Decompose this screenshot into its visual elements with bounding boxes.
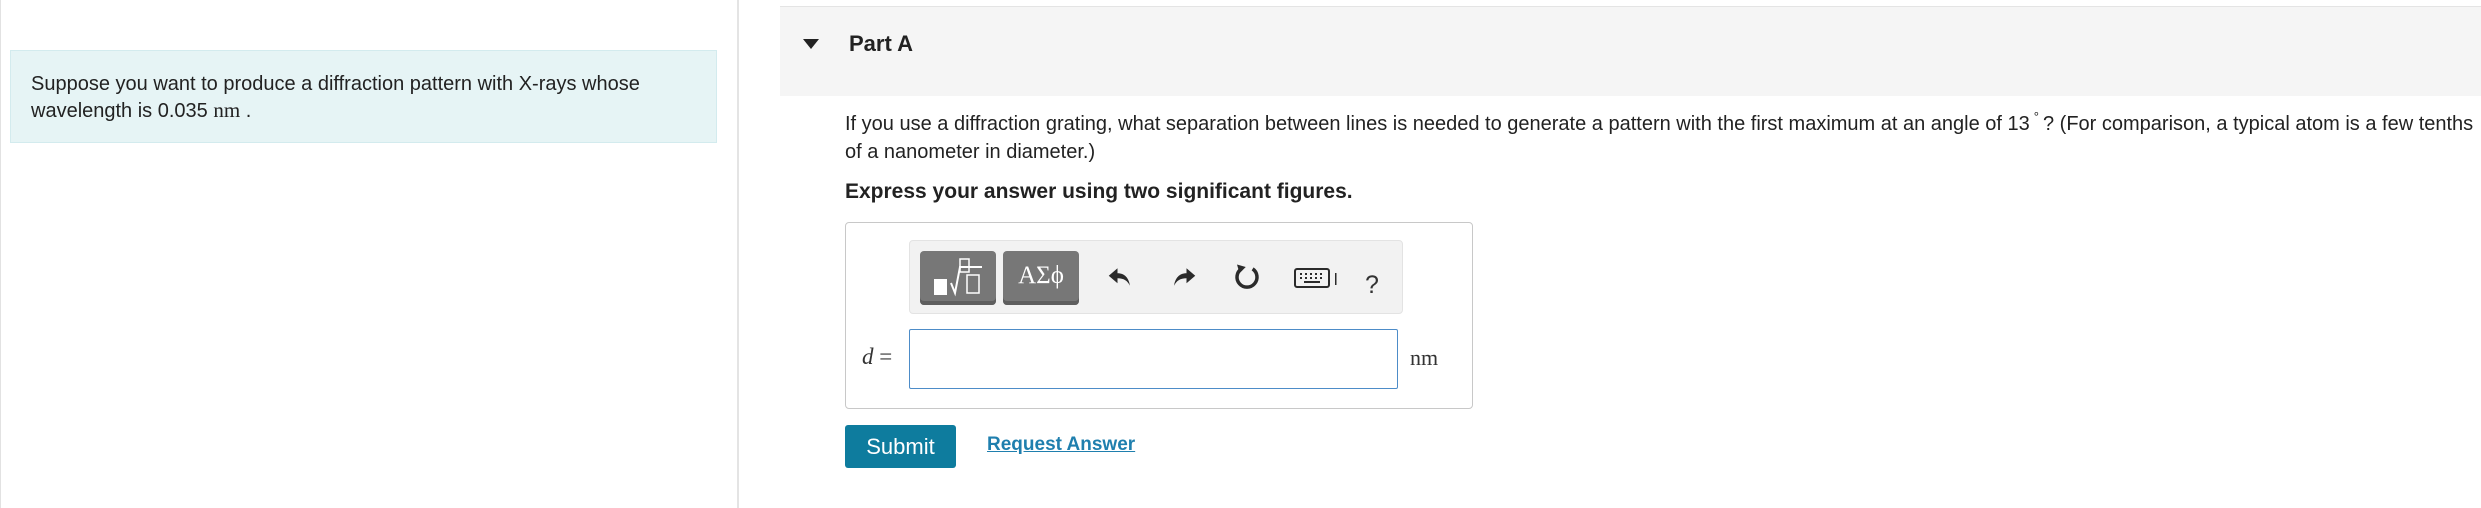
math-toolbar: ΑΣϕ ? — [909, 240, 1403, 314]
answer-instruction: Express your answer using two significan… — [845, 180, 1353, 203]
answer-input[interactable] — [909, 329, 1398, 389]
templates-button[interactable] — [920, 251, 996, 305]
part-a-header[interactable]: Part A — [780, 6, 2481, 96]
question-text: If you use a diffraction grating, what s… — [845, 109, 2475, 166]
equals-sign: = — [879, 344, 893, 369]
undo-icon[interactable] — [1105, 262, 1135, 297]
keyboard-icon[interactable] — [1294, 265, 1340, 296]
degree-symbol: ° — [2033, 109, 2039, 124]
answer-variable-label: d = — [862, 344, 892, 370]
column-divider — [737, 0, 739, 508]
greek-symbols-icon: ΑΣϕ — [1018, 262, 1064, 289]
answer-panel: ΑΣϕ ? d = nm — [845, 222, 1473, 409]
problem-statement: Suppose you want to produce a diffractio… — [10, 50, 717, 143]
part-title: Part A — [849, 31, 913, 56]
problem-text-end: . — [245, 100, 252, 122]
templates-icon — [934, 258, 982, 297]
redo-icon[interactable] — [1169, 262, 1199, 297]
request-answer-link[interactable]: Request Answer — [987, 434, 1135, 456]
reset-icon[interactable] — [1232, 262, 1262, 297]
question-text-main: If you use a diffraction grating, what s… — [845, 113, 2030, 135]
help-icon[interactable]: ? — [1365, 271, 1379, 300]
answer-unit: nm — [1410, 345, 1439, 370]
left-border — [0, 0, 1, 508]
problem-text: Suppose you want to produce a diffractio… — [31, 73, 640, 122]
wavelength-unit: nm — [213, 98, 241, 122]
greek-symbols-button[interactable]: ΑΣϕ — [1003, 251, 1079, 305]
answer-variable: d — [862, 344, 874, 369]
collapse-triangle-icon[interactable] — [803, 39, 819, 49]
submit-button[interactable]: Submit — [845, 425, 956, 468]
